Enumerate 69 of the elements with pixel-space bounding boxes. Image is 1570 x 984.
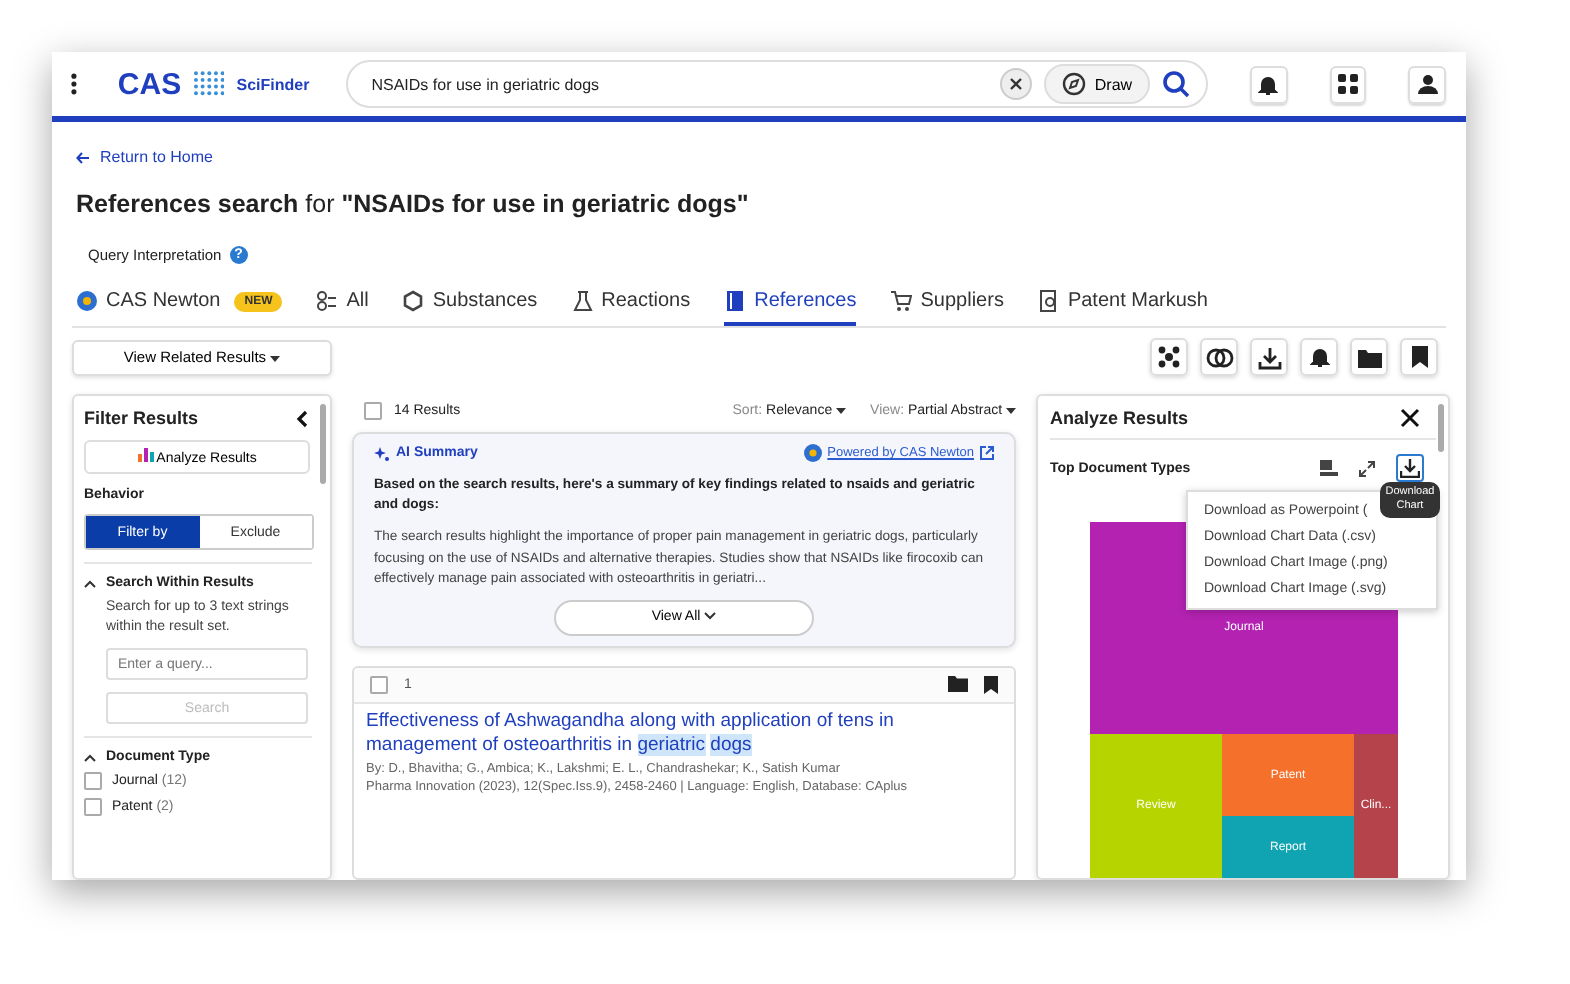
bookmark-icon[interactable] (984, 675, 998, 694)
back-arrow-icon[interactable] (76, 151, 90, 163)
product-name: SciFinder (236, 75, 310, 93)
chart-type-icon[interactable] (1320, 460, 1338, 476)
draw-button[interactable]: Draw (1044, 64, 1151, 104)
all-tab-icon (316, 290, 339, 312)
reactions-tab-icon (571, 290, 594, 312)
search-field[interactable]: NSAIDs for use in geriatric dogs Draw (345, 60, 1209, 108)
analyze-title: Analyze Results (1050, 408, 1189, 428)
suppliers-tab-icon (890, 290, 913, 312)
chevron-down-icon (704, 612, 717, 621)
tab[interactable]: References (724, 290, 857, 326)
caret-icon (1006, 408, 1016, 414)
newton-icon (803, 444, 822, 462)
page-heading: References search for "NSAIDs for use in geriatric dogs" (76, 190, 751, 218)
markush-tab-icon (1037, 290, 1060, 312)
section-toggle-icon[interactable] (84, 753, 96, 762)
result-title-link[interactable]: Effectiveness of Ashwagandha along with application of tens in management of osteoarthritis in geriatric dogs (366, 709, 966, 760)
network-button[interactable] (1150, 338, 1188, 376)
folder-button[interactable] (1350, 338, 1388, 376)
checkbox[interactable] (84, 772, 102, 791)
references-tab-icon (724, 290, 747, 312)
scrollbar[interactable] (320, 404, 326, 484)
caret-icon (836, 408, 847, 414)
apps-button[interactable] (1329, 65, 1367, 103)
folder-icon (1357, 347, 1381, 367)
tab[interactable]: Suppliers (890, 290, 1004, 326)
bar-chart-icon (137, 448, 154, 462)
grid-icon (1338, 74, 1359, 94)
filter-title: Filter Results (84, 408, 199, 428)
expand-icon[interactable] (1358, 459, 1376, 477)
download-icon (1400, 458, 1420, 478)
collapse-icon[interactable] (296, 409, 308, 427)
folder-icon[interactable] (948, 676, 968, 693)
substances-tab-icon (402, 290, 425, 312)
caret-icon (270, 356, 281, 362)
close-icon[interactable] (1400, 408, 1420, 428)
logo-icon (193, 70, 225, 98)
combine-button[interactable] (1200, 338, 1238, 376)
bookmark-icon (1411, 346, 1427, 368)
menu-icon[interactable] (70, 72, 78, 96)
newton-tab-icon (76, 290, 98, 312)
overlap-circles-icon (1205, 347, 1233, 367)
checkbox[interactable] (84, 798, 102, 817)
notifications-button[interactable] (1250, 65, 1288, 103)
search-icon[interactable] (1162, 70, 1191, 98)
external-link-icon[interactable] (980, 446, 994, 460)
alert-button[interactable] (1300, 338, 1338, 376)
bookmark-button[interactable] (1400, 338, 1438, 376)
return-home-link[interactable]: Return to Home (100, 148, 213, 166)
bell-icon (1258, 73, 1279, 95)
scrollbar[interactable] (1438, 404, 1444, 452)
compass-icon (1062, 72, 1087, 96)
tab[interactable]: Patent Markush (1037, 290, 1208, 326)
user-button[interactable] (1408, 65, 1447, 103)
network-icon (1158, 346, 1180, 368)
tab[interactable]: Reactions (571, 290, 691, 326)
user-icon (1417, 74, 1438, 94)
select-all-checkbox[interactable] (364, 402, 382, 420)
download-button[interactable] (1250, 338, 1288, 376)
logo-text: CAS (117, 67, 182, 101)
tab[interactable]: Substances (402, 290, 538, 326)
section-toggle-icon[interactable] (84, 579, 96, 587)
download-icon (1257, 345, 1281, 369)
tab[interactable]: All (316, 290, 369, 326)
clear-icon[interactable] (1000, 68, 1033, 100)
sparkle-icon (374, 445, 390, 461)
bell-icon (1309, 346, 1329, 368)
result-checkbox[interactable] (370, 675, 388, 694)
